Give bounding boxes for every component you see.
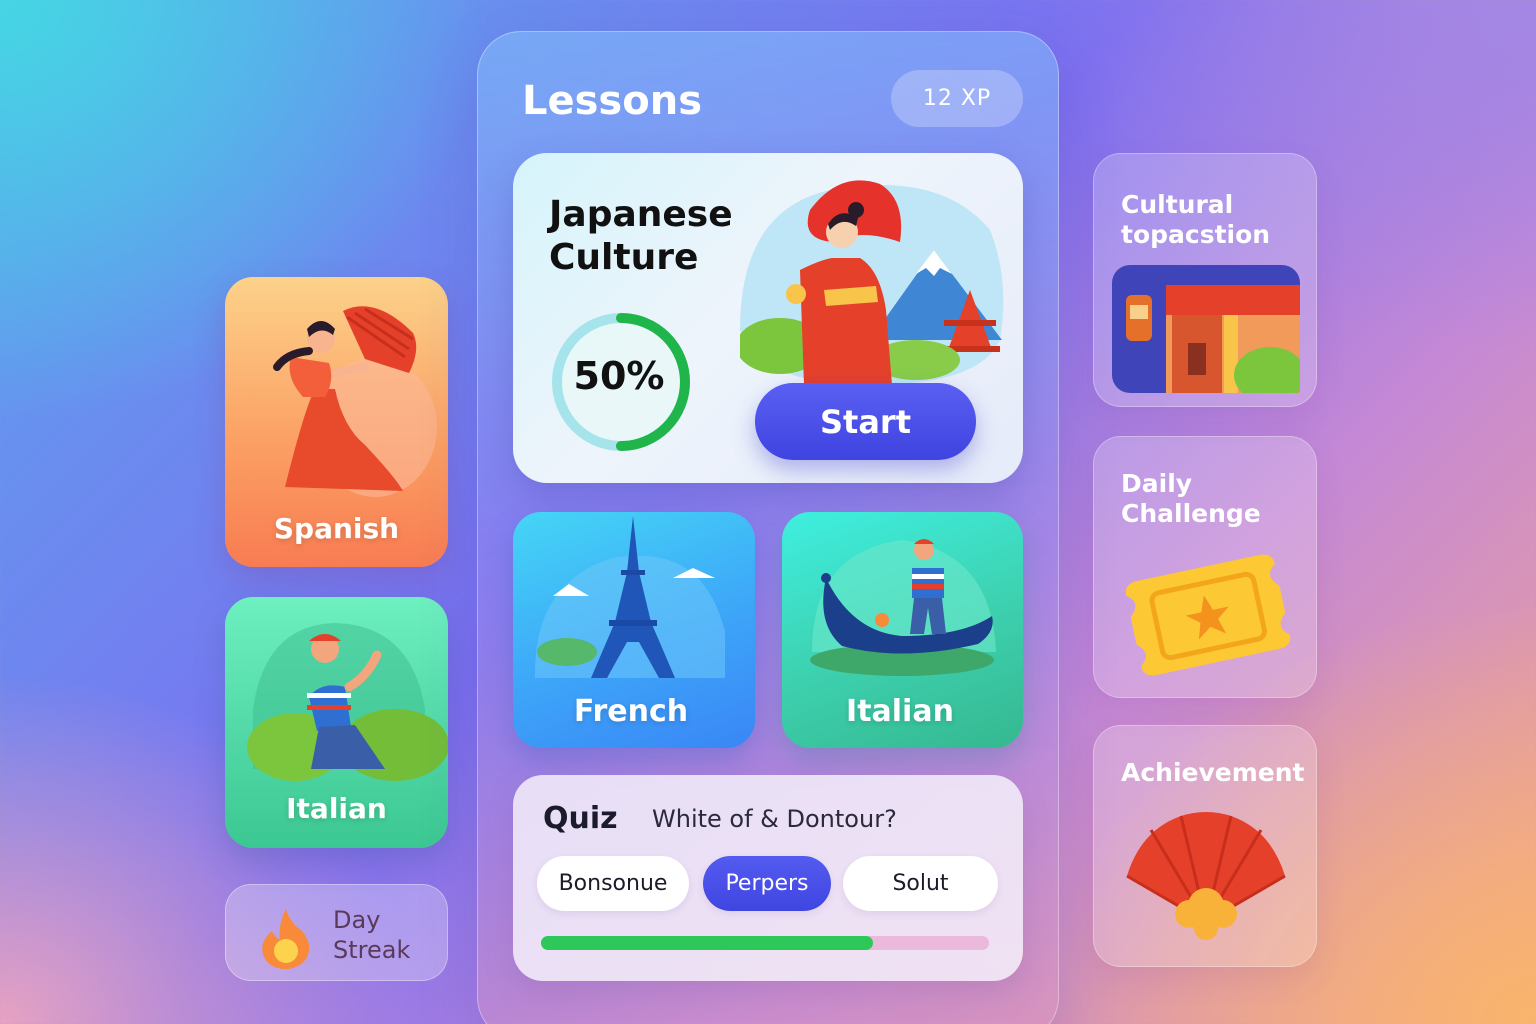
start-button[interactable]: Start	[755, 383, 976, 460]
achievement-title: Achievement	[1121, 758, 1305, 787]
italian-label-left: Italian	[286, 792, 387, 825]
daily-challenge-card[interactable]: Daily Challenge	[1093, 436, 1317, 698]
quiz-question: White of & Dontour?	[652, 805, 897, 833]
cultural-card[interactable]: Cultural topacstion	[1093, 153, 1317, 407]
quiz-option-1[interactable]: Bonsonue	[537, 856, 689, 911]
temple-icon	[1112, 265, 1300, 393]
italian-label-mid: Italian	[846, 694, 954, 729]
spanish-label: Spanish	[273, 512, 400, 545]
italian-lesson-card-mid[interactable]: Italian	[782, 512, 1023, 748]
ticket-icon	[1125, 554, 1291, 676]
xp-badge: 12 XP	[891, 70, 1023, 127]
italian-lesson-card-left[interactable]: Italian	[225, 597, 448, 848]
flame-icon	[262, 909, 310, 969]
fan-icon	[1126, 812, 1286, 940]
achievement-card[interactable]: Achievement	[1093, 725, 1317, 967]
cultural-title: Cultural topacstion	[1121, 190, 1271, 249]
quiz-title: Quiz	[543, 801, 618, 836]
daily-challenge-title: Daily Challenge	[1121, 469, 1261, 528]
french-label: French	[573, 694, 689, 729]
french-lesson-card[interactable]: French	[513, 512, 755, 748]
page-title: Lessons	[522, 78, 702, 124]
spanish-lesson-card[interactable]: Spanish	[225, 277, 448, 567]
quiz-option-2-selected[interactable]: Perpers	[703, 856, 831, 911]
quiz-progress-fill	[541, 936, 873, 950]
quiz-option-3[interactable]: Solut	[843, 856, 998, 911]
day-streak-label: Day Streak	[333, 906, 411, 964]
progress-percent: 50%	[573, 354, 665, 398]
geisha-mountain-illustration	[740, 180, 1004, 385]
quiz-progress-bar	[541, 936, 989, 950]
day-streak-card[interactable]: Day Streak	[225, 884, 448, 981]
